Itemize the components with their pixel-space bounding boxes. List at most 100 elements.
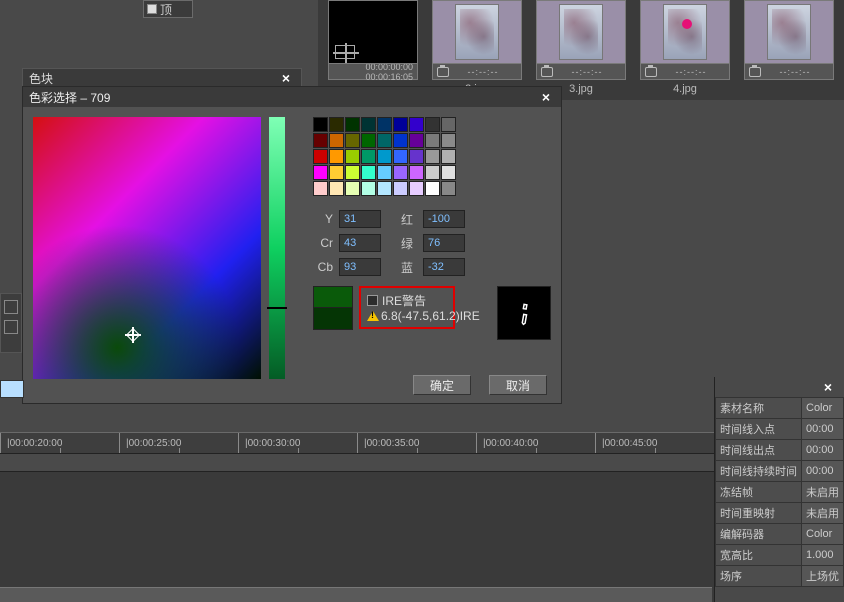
palette-swatch[interactable] [425, 133, 440, 148]
properties-panel: × 素材名称Color时间线入点00:00时间线出点00:00时间线持续时间00… [714, 377, 844, 602]
palette-swatch[interactable] [441, 165, 456, 180]
y-input[interactable] [339, 210, 381, 228]
color-sample-new[interactable] [313, 286, 353, 308]
thumbnail-clip-2[interactable]: --:--:-- 3.jpg [536, 0, 626, 95]
palette-swatch[interactable] [393, 117, 408, 132]
timeline-ruler[interactable]: |00:00:20:00|00:00:25:00|00:00:30:00|00:… [0, 432, 714, 454]
property-value[interactable]: 00:00 [802, 440, 844, 461]
property-value[interactable]: 00:00 [802, 419, 844, 440]
palette-swatch[interactable] [409, 149, 424, 164]
bottom-scrollbar[interactable] [0, 587, 712, 602]
dialog-title: 色彩选择 – 709 [29, 89, 110, 106]
property-value[interactable]: 上场优 [802, 566, 844, 587]
thumbnail-image [663, 4, 707, 60]
tool-icon[interactable] [4, 320, 18, 334]
close-icon[interactable]: × [277, 70, 295, 86]
property-value[interactable]: 未启用 [802, 503, 844, 524]
palette-swatch[interactable] [345, 181, 360, 196]
clip-center-icon [335, 45, 355, 59]
palette-swatch[interactable] [377, 181, 392, 196]
palette-swatch[interactable] [393, 149, 408, 164]
palette-swatch[interactable] [313, 149, 328, 164]
palette-swatch[interactable] [409, 117, 424, 132]
palette-swatch[interactable] [425, 165, 440, 180]
property-key: 素材名称 [716, 398, 802, 419]
palette-swatch[interactable] [329, 165, 344, 180]
ok-button[interactable]: 确定 [413, 375, 471, 395]
palette-swatch[interactable] [393, 181, 408, 196]
cb-input[interactable] [339, 258, 381, 276]
palette-swatch[interactable] [441, 181, 456, 196]
palette-swatch[interactable] [361, 149, 376, 164]
camera-icon [541, 67, 553, 77]
palette-swatch[interactable] [393, 133, 408, 148]
blue-input[interactable] [423, 258, 465, 276]
palette-swatch[interactable] [345, 133, 360, 148]
palette-swatch[interactable] [441, 133, 456, 148]
palette-swatch[interactable] [441, 149, 456, 164]
tool-icon[interactable] [4, 300, 18, 314]
dialog-header[interactable]: 色彩选择 – 709 × [23, 87, 561, 107]
hue-marker [267, 307, 287, 309]
thumbnail-caption: 3.jpg [569, 83, 593, 95]
palette-swatch[interactable] [425, 181, 440, 196]
close-icon[interactable]: × [537, 89, 555, 105]
property-value[interactable]: Color [802, 524, 844, 545]
property-key: 编解码器 [716, 524, 802, 545]
property-value[interactable]: 00:00 [802, 461, 844, 482]
palette-swatch[interactable] [345, 117, 360, 132]
palette-swatch[interactable] [377, 165, 392, 180]
dash-timecode: --:--:-- [761, 67, 829, 77]
palette-swatch[interactable] [441, 117, 456, 132]
ire-checkbox[interactable] [367, 295, 378, 306]
palette-swatch[interactable] [313, 117, 328, 132]
property-value[interactable]: 未启用 [802, 482, 844, 503]
palette-swatch[interactable] [361, 181, 376, 196]
palette-swatch[interactable] [409, 165, 424, 180]
palette-swatch[interactable] [313, 181, 328, 196]
thumbnail-clip-0[interactable]: 00:00:00:00 00:00:16:05 [328, 0, 418, 80]
property-key: 时间线出点 [716, 440, 802, 461]
thumbnail-clip-1[interactable]: --:--:-- 2.jpg [432, 0, 522, 95]
color-sample-old[interactable] [313, 308, 353, 330]
close-icon[interactable]: × [818, 379, 838, 395]
timeline-track[interactable] [0, 454, 714, 472]
palette-swatch[interactable] [361, 165, 376, 180]
palette-swatch[interactable] [329, 149, 344, 164]
cr-label: Cr [313, 236, 333, 250]
property-value[interactable]: Color [802, 398, 844, 419]
palette-swatch[interactable] [329, 117, 344, 132]
cr-input[interactable] [339, 234, 381, 252]
color-preview-eyedropper[interactable] [497, 286, 551, 340]
palette-swatch[interactable] [377, 117, 392, 132]
palette-swatch[interactable] [393, 165, 408, 180]
palette-swatch[interactable] [313, 165, 328, 180]
palette-swatch[interactable] [409, 133, 424, 148]
property-value[interactable]: 1.000 [802, 545, 844, 566]
palette-swatch[interactable] [361, 133, 376, 148]
colorblock-window-header[interactable]: 色块 × [22, 68, 302, 88]
palette-swatch[interactable] [425, 149, 440, 164]
thumbnail-clip-4[interactable]: --:--:-- [744, 0, 834, 80]
thumbnail-clip-3[interactable]: --:--:-- 4.jpg [640, 0, 730, 95]
checkbox-icon[interactable] [147, 4, 157, 14]
palette-swatch[interactable] [361, 117, 376, 132]
green-input[interactable] [423, 234, 465, 252]
palette-swatch[interactable] [345, 165, 360, 180]
palette-swatch[interactable] [313, 133, 328, 148]
dash-timecode: --:--:-- [657, 67, 725, 77]
thumbnail-image [559, 4, 603, 60]
hue-strip[interactable] [269, 117, 285, 379]
ire-label: IRE警告 [382, 292, 426, 309]
red-input[interactable] [423, 210, 465, 228]
palette-swatch[interactable] [345, 149, 360, 164]
palette-swatch[interactable] [377, 149, 392, 164]
palette-swatch[interactable] [409, 181, 424, 196]
track-thumbnail[interactable] [0, 380, 24, 398]
palette-swatch[interactable] [425, 117, 440, 132]
palette-swatch[interactable] [329, 133, 344, 148]
palette-swatch[interactable] [377, 133, 392, 148]
palette-swatch[interactable] [329, 181, 344, 196]
color-gradient-field[interactable] [33, 117, 261, 379]
cancel-button[interactable]: 取消 [489, 375, 547, 395]
